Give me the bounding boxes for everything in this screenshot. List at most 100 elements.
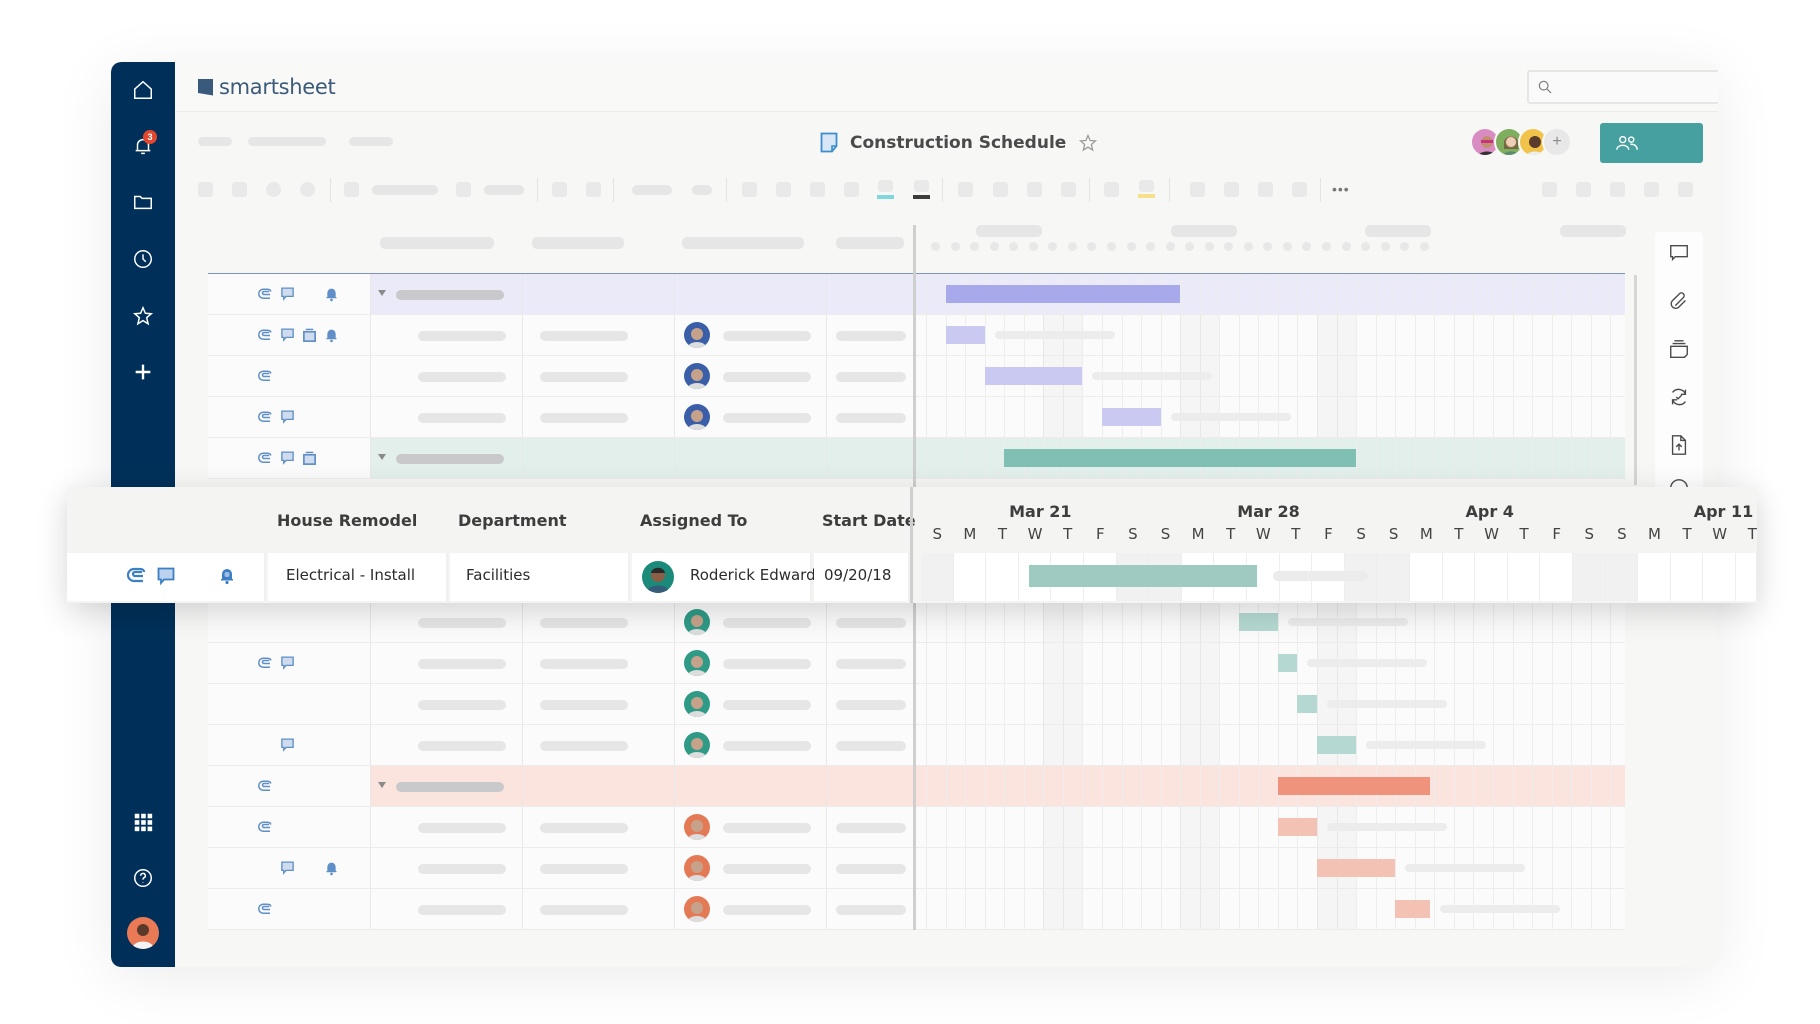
task-row[interactable] [208, 889, 1625, 930]
collapse-toggle-icon[interactable] [378, 782, 386, 788]
gantt-task-bar[interactable] [1395, 900, 1431, 918]
column-header-assigned-to[interactable]: Assigned To [640, 511, 747, 530]
toolbar-button[interactable] [1576, 182, 1591, 197]
timeline-day-cell[interactable] [1573, 553, 1606, 601]
reminder-icon[interactable] [324, 287, 339, 302]
proofing-icon[interactable] [1668, 338, 1690, 360]
proofing-icon[interactable] [302, 451, 317, 466]
timeline-day-cell[interactable] [1670, 553, 1704, 601]
gantt-task-bar[interactable] [1277, 654, 1298, 672]
toolbar-button[interactable] [958, 182, 973, 197]
timeline-day-cell[interactable] [921, 553, 954, 601]
gantt-task-bar[interactable] [1297, 695, 1317, 713]
toolbar-button[interactable] [1644, 182, 1659, 197]
column-header-primary[interactable]: House Remodel [277, 511, 417, 530]
toolbar-button[interactable] [1610, 182, 1625, 197]
gantt-parent-bar[interactable] [1277, 777, 1431, 795]
comment-icon[interactable] [280, 451, 295, 466]
column-header-placeholder[interactable] [836, 237, 904, 249]
toolbar-dropdown[interactable] [632, 185, 672, 195]
gantt-task-bar[interactable] [984, 367, 1083, 385]
task-row[interactable] [208, 725, 1625, 766]
attachment-icon[interactable] [258, 656, 273, 671]
timeline-day-cell[interactable] [1540, 553, 1573, 601]
home-icon[interactable] [127, 74, 159, 106]
comment-icon[interactable] [280, 287, 295, 302]
toolbar-button[interactable] [1542, 182, 1557, 197]
timeline-day-cell[interactable] [1703, 553, 1736, 601]
gantt-parent-bar[interactable] [1004, 449, 1357, 467]
toolbar-button[interactable] [1190, 182, 1205, 197]
attachment-icon[interactable] [258, 451, 273, 466]
more-panel-icon[interactable] [1668, 477, 1690, 487]
attachment-icon[interactable] [258, 820, 273, 835]
profile-avatar[interactable] [127, 917, 159, 949]
vertical-scrollbar[interactable] [1634, 275, 1637, 485]
grid-icon[interactable] [127, 806, 159, 838]
task-row[interactable] [208, 848, 1625, 889]
toolbar-button[interactable] [993, 182, 1008, 197]
reminder-bell-icon[interactable] [220, 567, 234, 585]
gantt-task-bar[interactable] [945, 326, 985, 344]
timeline-day-cell[interactable] [1442, 553, 1476, 601]
toolbar-button[interactable] [844, 182, 859, 197]
toolbar-button[interactable] [456, 182, 471, 197]
timeline-day-cell[interactable] [1736, 553, 1757, 601]
toolbar-button[interactable] [198, 182, 213, 197]
attachment-icon[interactable] [258, 902, 273, 917]
collapse-toggle-icon[interactable] [378, 290, 386, 296]
task-name-cell[interactable]: Electrical - Install [268, 553, 448, 601]
toolbar-dropdown[interactable] [372, 185, 438, 195]
task-row[interactable] [208, 315, 1625, 356]
column-header-start-date[interactable]: Start Date [822, 511, 916, 530]
favorite-star-icon[interactable] [1078, 133, 1098, 153]
attachment-icon[interactable] [258, 328, 273, 343]
toolbar-button[interactable] [300, 182, 315, 197]
toolbar-button[interactable] [1061, 182, 1076, 197]
reminder-icon[interactable] [324, 861, 339, 876]
gantt-task-bar[interactable] [1317, 736, 1357, 754]
toolbar-button[interactable] [1027, 182, 1042, 197]
toolbar-button[interactable] [776, 182, 791, 197]
update-request-icon[interactable] [1668, 386, 1690, 408]
fill-color-button[interactable] [878, 180, 893, 192]
toolbar-button[interactable] [344, 182, 359, 197]
timeline-day-cell[interactable] [1638, 553, 1671, 601]
timeline-day-cell[interactable] [1605, 553, 1639, 601]
comment-icon[interactable] [280, 410, 295, 425]
task-row[interactable] [208, 643, 1625, 684]
comment-icon[interactable] [157, 567, 175, 587]
text-color-button[interactable] [914, 180, 929, 192]
gantt-task-bar[interactable] [1317, 859, 1396, 877]
plus-icon[interactable] [127, 356, 159, 388]
share-button[interactable] [1600, 123, 1703, 163]
highlight-button[interactable] [1139, 180, 1154, 192]
parent-row[interactable] [208, 766, 1625, 807]
comment-icon[interactable] [280, 738, 295, 753]
start-date-cell[interactable]: 09/20/18 [814, 553, 910, 601]
attachment-icon[interactable] [127, 567, 147, 585]
toolbar-button[interactable] [1258, 182, 1273, 197]
column-header-placeholder[interactable] [380, 237, 494, 249]
attachment-icon[interactable] [258, 779, 273, 794]
timeline-day-cell[interactable] [986, 553, 1019, 601]
proofing-icon[interactable] [302, 328, 317, 343]
attachment-icon[interactable] [258, 287, 273, 302]
toolbar-button[interactable] [586, 182, 601, 197]
timeline-day-cell[interactable] [1475, 553, 1508, 601]
toolbar-button[interactable] [1292, 182, 1307, 197]
timeline-day-cell[interactable] [1507, 553, 1541, 601]
timeline-task-bar[interactable] [1028, 565, 1257, 587]
more-options-icon[interactable]: ••• [1332, 181, 1350, 197]
timeline-day-cell[interactable] [1410, 553, 1443, 601]
folder-icon[interactable] [127, 186, 159, 218]
comment-icon[interactable] [1668, 242, 1690, 264]
smartsheet-logo[interactable]: smartsheet [198, 75, 336, 99]
toolbar-button[interactable] [810, 182, 825, 197]
gantt-task-bar[interactable] [1277, 818, 1317, 836]
comment-icon[interactable] [280, 328, 295, 343]
clock-icon[interactable] [127, 243, 159, 275]
gantt-parent-bar[interactable] [945, 285, 1181, 303]
gantt-task-bar[interactable] [1101, 408, 1161, 426]
gantt-task-bar[interactable] [1238, 613, 1278, 631]
